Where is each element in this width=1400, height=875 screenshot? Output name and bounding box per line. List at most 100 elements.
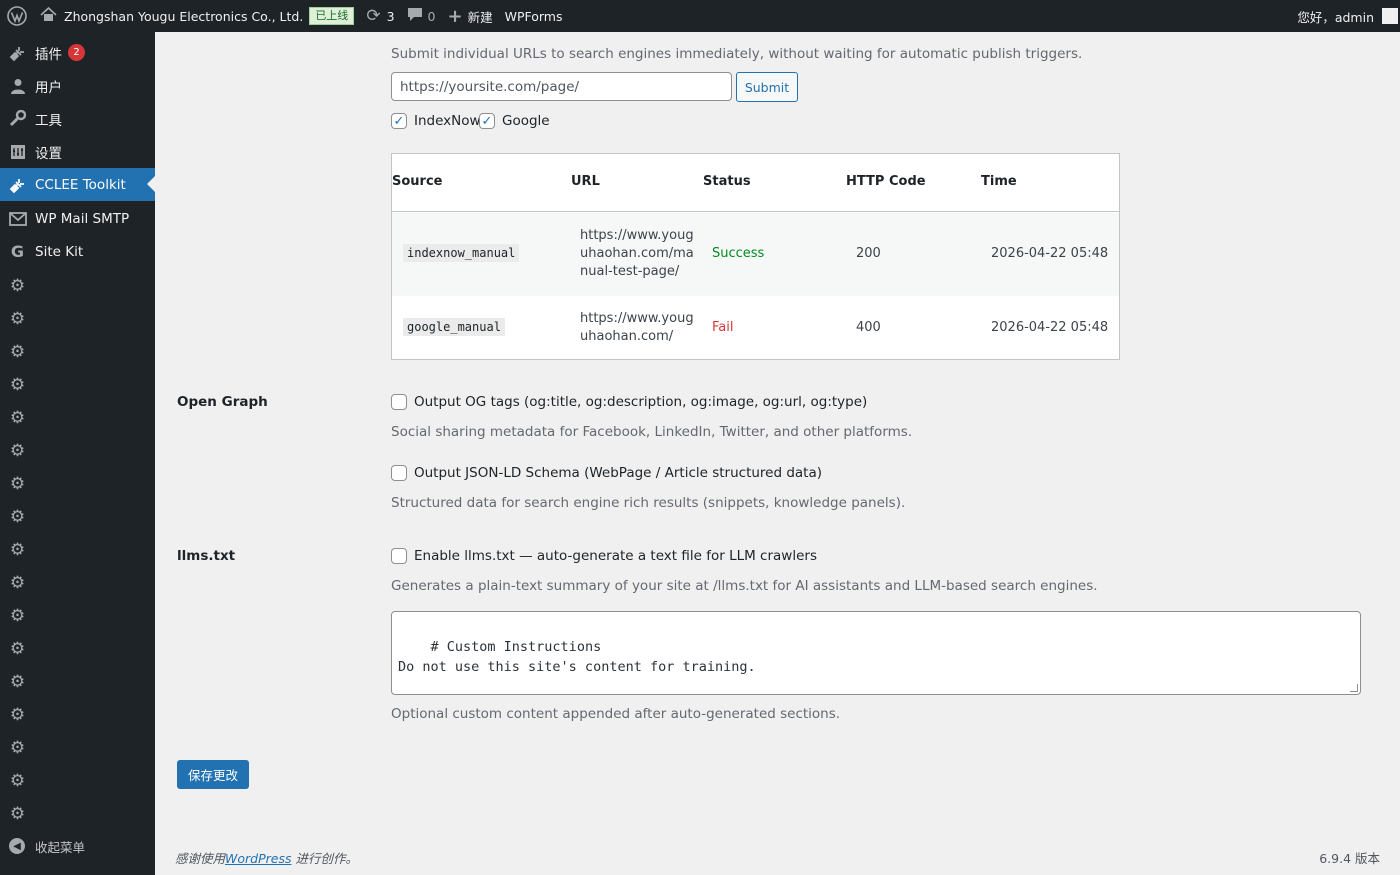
google-option[interactable]: ✓ Google bbox=[479, 113, 550, 129]
indexnow-option[interactable]: ✓ IndexNow bbox=[391, 113, 481, 129]
gear-icon: ⚙ bbox=[9, 605, 26, 626]
sidebar-item-label: WP Mail SMTP bbox=[35, 210, 130, 227]
status-cell: Fail bbox=[712, 320, 734, 335]
og-tags-option[interactable]: Output OG tags (og:title, og:description… bbox=[391, 394, 867, 410]
og-tags-description: Social sharing metadata for Facebook, Li… bbox=[391, 424, 913, 440]
footer-thanks: 感谢使用WordPress 进行创作。 bbox=[175, 848, 358, 867]
sidebar-item-plugin-6[interactable]: ⚙ bbox=[0, 434, 155, 467]
gear-icon: ⚙ bbox=[9, 638, 26, 659]
sidebar-item-plugin-7[interactable]: ⚙ bbox=[0, 467, 155, 500]
source-cell: google_manual bbox=[403, 318, 505, 336]
main-content: Manual Submission Submit individual URLs… bbox=[155, 20, 1400, 875]
sidebar-item-plugin-1[interactable]: ⚙ bbox=[0, 269, 155, 302]
llms-txt-description: Generates a plain-text summary of your s… bbox=[391, 578, 1098, 594]
sidebar-item-plugin-11[interactable]: ⚙ bbox=[0, 599, 155, 632]
og-tags-label: Output OG tags (og:title, og:description… bbox=[414, 394, 868, 410]
json-ld-option[interactable]: Output JSON-LD Schema (WebPage / Article… bbox=[391, 465, 822, 481]
sidebar-item-plugin-5[interactable]: ⚙ bbox=[0, 401, 155, 434]
gear-icon: ⚙ bbox=[9, 473, 26, 494]
sidebar-item-site-kit[interactable]: G Site Kit bbox=[0, 235, 155, 268]
sidebar-item-label: 插件 bbox=[35, 46, 62, 63]
open-graph-label: Open Graph bbox=[177, 394, 268, 410]
sidebar-item-plugin-14[interactable]: ⚙ bbox=[0, 698, 155, 731]
collapse-arrow-icon: ◀ bbox=[9, 838, 25, 854]
gear-icon: ⚙ bbox=[9, 803, 26, 824]
google-checkbox[interactable]: ✓ bbox=[479, 113, 495, 129]
time-cell: 2026-04-22 05:48 bbox=[991, 246, 1109, 261]
account-menu[interactable]: 您好，admin bbox=[1291, 0, 1400, 32]
json-ld-label: Output JSON-LD Schema (WebPage / Article… bbox=[414, 465, 823, 481]
site-name: Zhongshan Yougu Electronics Co., Ltd. bbox=[64, 8, 304, 24]
gear-icon: ⚙ bbox=[9, 572, 26, 593]
gear-icon: ⚙ bbox=[9, 407, 26, 428]
status-cell: Success bbox=[712, 246, 765, 261]
tools-icon bbox=[0, 110, 35, 127]
source-cell: indexnow_manual bbox=[403, 244, 520, 262]
submit-button[interactable]: Submit bbox=[736, 72, 798, 102]
gear-icon: ⚙ bbox=[9, 374, 26, 395]
wordpress-logo-icon[interactable] bbox=[0, 0, 34, 32]
save-changes-button[interactable]: 保存更改 bbox=[177, 760, 249, 789]
sidebar-item-plugin-4[interactable]: ⚙ bbox=[0, 368, 155, 401]
sidebar-item-label: CCLEE Toolkit bbox=[35, 176, 126, 193]
sidebar-item-plugin-12[interactable]: ⚙ bbox=[0, 632, 155, 665]
mail-icon bbox=[0, 211, 35, 226]
table-header: Source URL Status HTTP Code Time bbox=[392, 154, 1119, 212]
gear-icon: ⚙ bbox=[9, 506, 26, 527]
column-header-http-code: HTTP Code bbox=[846, 174, 926, 189]
sidebar-item-label: 设置 bbox=[35, 145, 62, 162]
sidebar-item-plugin-10[interactable]: ⚙ bbox=[0, 566, 155, 599]
sidebar-item-plugin-8[interactable]: ⚙ bbox=[0, 500, 155, 533]
gear-icon: ⚙ bbox=[9, 440, 26, 461]
sidebar-item-label: 用户 bbox=[35, 79, 62, 96]
footer-thanks-prefix: 感谢使用 bbox=[175, 851, 226, 866]
sidebar-item-label: 工具 bbox=[35, 112, 62, 129]
sidebar-item-tools[interactable]: 工具 bbox=[0, 102, 155, 135]
google-label: Google bbox=[502, 113, 550, 129]
llms-txt-label: llms.txt bbox=[177, 548, 236, 564]
resize-handle[interactable] bbox=[1350, 684, 1358, 692]
llms-txt-checkbox-label: Enable llms.txt — auto-generate a text f… bbox=[414, 548, 817, 564]
greeting: 您好，admin bbox=[1297, 9, 1374, 25]
gear-icon: ⚙ bbox=[9, 539, 26, 560]
sidebar-item-settings[interactable]: 设置 bbox=[0, 135, 155, 168]
llms-txt-option[interactable]: Enable llms.txt — auto-generate a text f… bbox=[391, 548, 817, 564]
llms-custom-content-textarea[interactable]: # Custom Instructions Do not use this si… bbox=[391, 611, 1361, 695]
time-cell: 2026-04-22 05:48 bbox=[991, 320, 1109, 335]
json-ld-checkbox[interactable] bbox=[391, 465, 407, 481]
gear-icon: ⚙ bbox=[9, 308, 26, 329]
google-g-icon: G bbox=[10, 242, 25, 261]
gear-icon: ⚙ bbox=[9, 341, 26, 362]
sidebar-item-plugin-17[interactable]: ⚙ bbox=[0, 797, 155, 830]
sidebar-item-plugins[interactable]: 插件 2 bbox=[0, 36, 155, 69]
url-cell: https://www.youguhaohan.com/manual-test-… bbox=[580, 228, 694, 279]
sidebar-item-plugin-9[interactable]: ⚙ bbox=[0, 533, 155, 566]
sidebar-item-users[interactable]: 用户 bbox=[0, 69, 155, 102]
users-icon bbox=[0, 78, 35, 94]
sidebar-item-plugin-2[interactable]: ⚙ bbox=[0, 302, 155, 335]
sidebar-item-plugin-3[interactable]: ⚙ bbox=[0, 335, 155, 368]
home-icon bbox=[40, 6, 57, 25]
url-cell: https://www.youguhaohan.com/ bbox=[580, 311, 694, 344]
url-input[interactable] bbox=[391, 72, 732, 101]
manual-submission-heading: Manual Submission bbox=[390, 20, 543, 36]
gear-icon: ⚙ bbox=[9, 770, 26, 791]
collapse-menu-label: 收起菜单 bbox=[35, 839, 86, 855]
column-header-source: Source bbox=[392, 174, 443, 189]
sidebar-item-plugin-13[interactable]: ⚙ bbox=[0, 665, 155, 698]
sidebar-item-label: Site Kit bbox=[35, 243, 84, 260]
site-name-link[interactable]: Zhongshan Yougu Electronics Co., Ltd. 已上… bbox=[34, 0, 360, 32]
toolkit-icon bbox=[0, 176, 35, 194]
sidebar-item-plugin-16[interactable]: ⚙ bbox=[0, 764, 155, 797]
table-row: indexnow_manual https://www.youguhaohan.… bbox=[392, 213, 1119, 296]
og-tags-checkbox[interactable] bbox=[391, 394, 407, 410]
indexnow-checkbox[interactable]: ✓ bbox=[391, 113, 407, 129]
sidebar-item-wp-mail-smtp[interactable]: WP Mail SMTP bbox=[0, 202, 155, 235]
footer-thanks-suffix: 进行创作。 bbox=[295, 851, 358, 866]
llms-txt-checkbox[interactable] bbox=[391, 548, 407, 564]
sidebar-item-plugin-15[interactable]: ⚙ bbox=[0, 731, 155, 764]
sidebar-item-cclee-toolkit[interactable]: CCLEE Toolkit bbox=[0, 168, 155, 201]
collapse-menu-button[interactable]: ◀ 收起菜单 bbox=[0, 832, 155, 860]
plugins-update-badge: 2 bbox=[68, 44, 85, 61]
wordpress-link[interactable]: WordPress bbox=[225, 851, 291, 866]
